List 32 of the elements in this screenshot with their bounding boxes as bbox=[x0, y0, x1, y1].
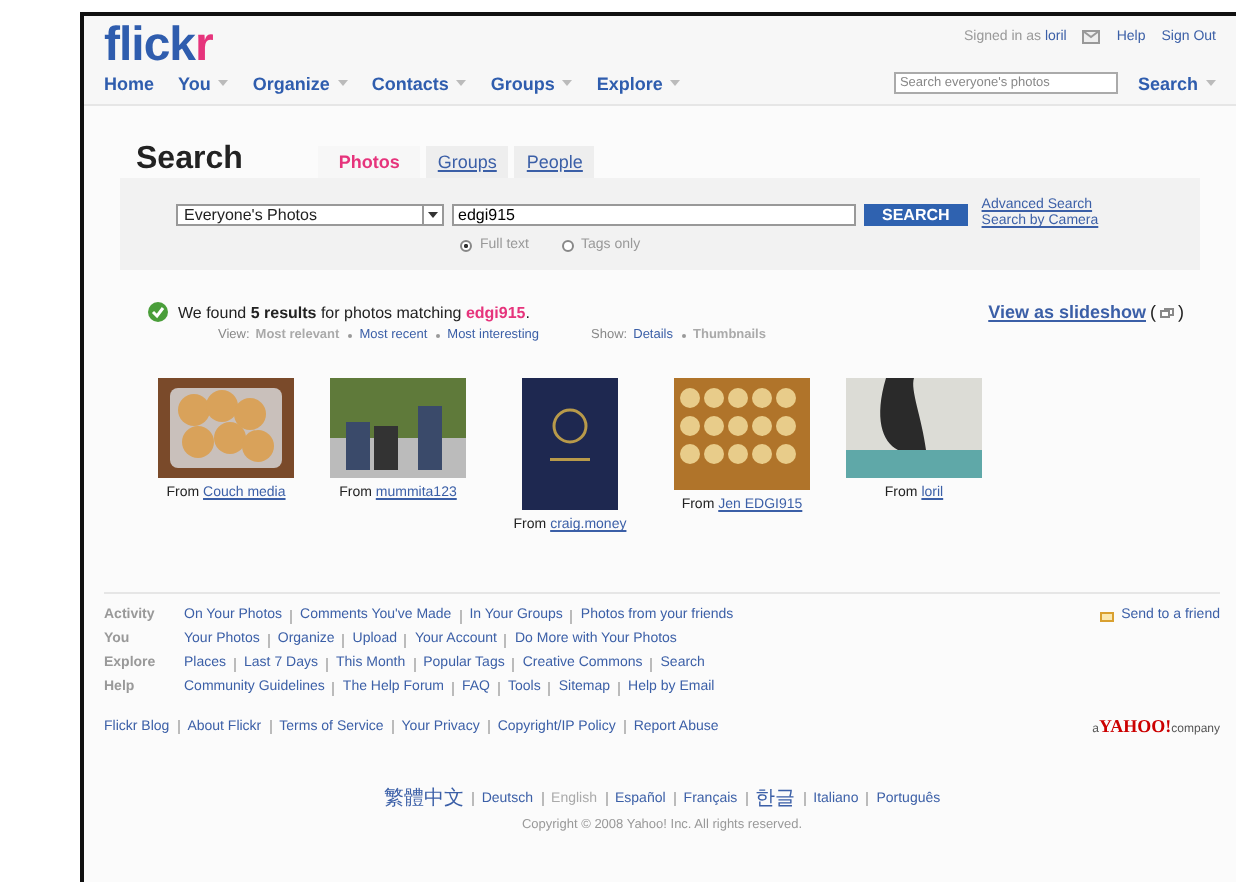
search-menu-button[interactable]: Search bbox=[1137, 73, 1216, 93]
photo-placeholder[interactable] bbox=[846, 378, 982, 478]
check-icon bbox=[148, 302, 168, 322]
caret-icon bbox=[1206, 80, 1216, 86]
search-tab[interactable]: People bbox=[514, 146, 595, 178]
paren-text: ( bbox=[1150, 302, 1156, 322]
results-summary: We found 5 results for photos matching edgi915. bbox=[178, 303, 530, 321]
radio-button[interactable] bbox=[561, 239, 574, 251]
search-tab[interactable]: Photos bbox=[318, 146, 420, 178]
radio-button[interactable] bbox=[460, 239, 472, 251]
mail-icon[interactable] bbox=[1082, 30, 1101, 44]
nav-menu-item[interactable]: Groups bbox=[490, 73, 573, 93]
page-title: Search bbox=[136, 142, 243, 178]
caret-icon bbox=[428, 211, 438, 217]
envelope-icon bbox=[1099, 611, 1114, 621]
slideshow-icon[interactable] bbox=[1160, 307, 1174, 317]
nav-menu-item[interactable]: Organize bbox=[252, 73, 348, 93]
search-button[interactable]: SEARCH bbox=[864, 203, 968, 225]
query-field[interactable]: edgi915 bbox=[452, 203, 856, 225]
search-tab[interactable]: Groups bbox=[425, 146, 509, 178]
language-link[interactable]: 한글 bbox=[755, 784, 796, 812]
nav-menu-item[interactable]: Explore bbox=[596, 73, 681, 93]
photo-placeholder[interactable] bbox=[522, 378, 618, 510]
slideshow-link[interactable]: View as slideshow bbox=[988, 302, 1146, 322]
nav-menu-item[interactable]: Home bbox=[104, 73, 155, 93]
nav-menu-item[interactable]: You bbox=[178, 73, 229, 93]
photo-placeholder[interactable] bbox=[330, 378, 466, 478]
nav-menu-item[interactable]: Contacts bbox=[371, 73, 467, 93]
paren-text: ) bbox=[1178, 302, 1184, 322]
scope-dropdown[interactable]: Everyone's Photos bbox=[176, 203, 444, 225]
language-link[interactable]: 繁體中文 bbox=[383, 784, 464, 812]
logo[interactable]: flickr bbox=[104, 24, 213, 68]
